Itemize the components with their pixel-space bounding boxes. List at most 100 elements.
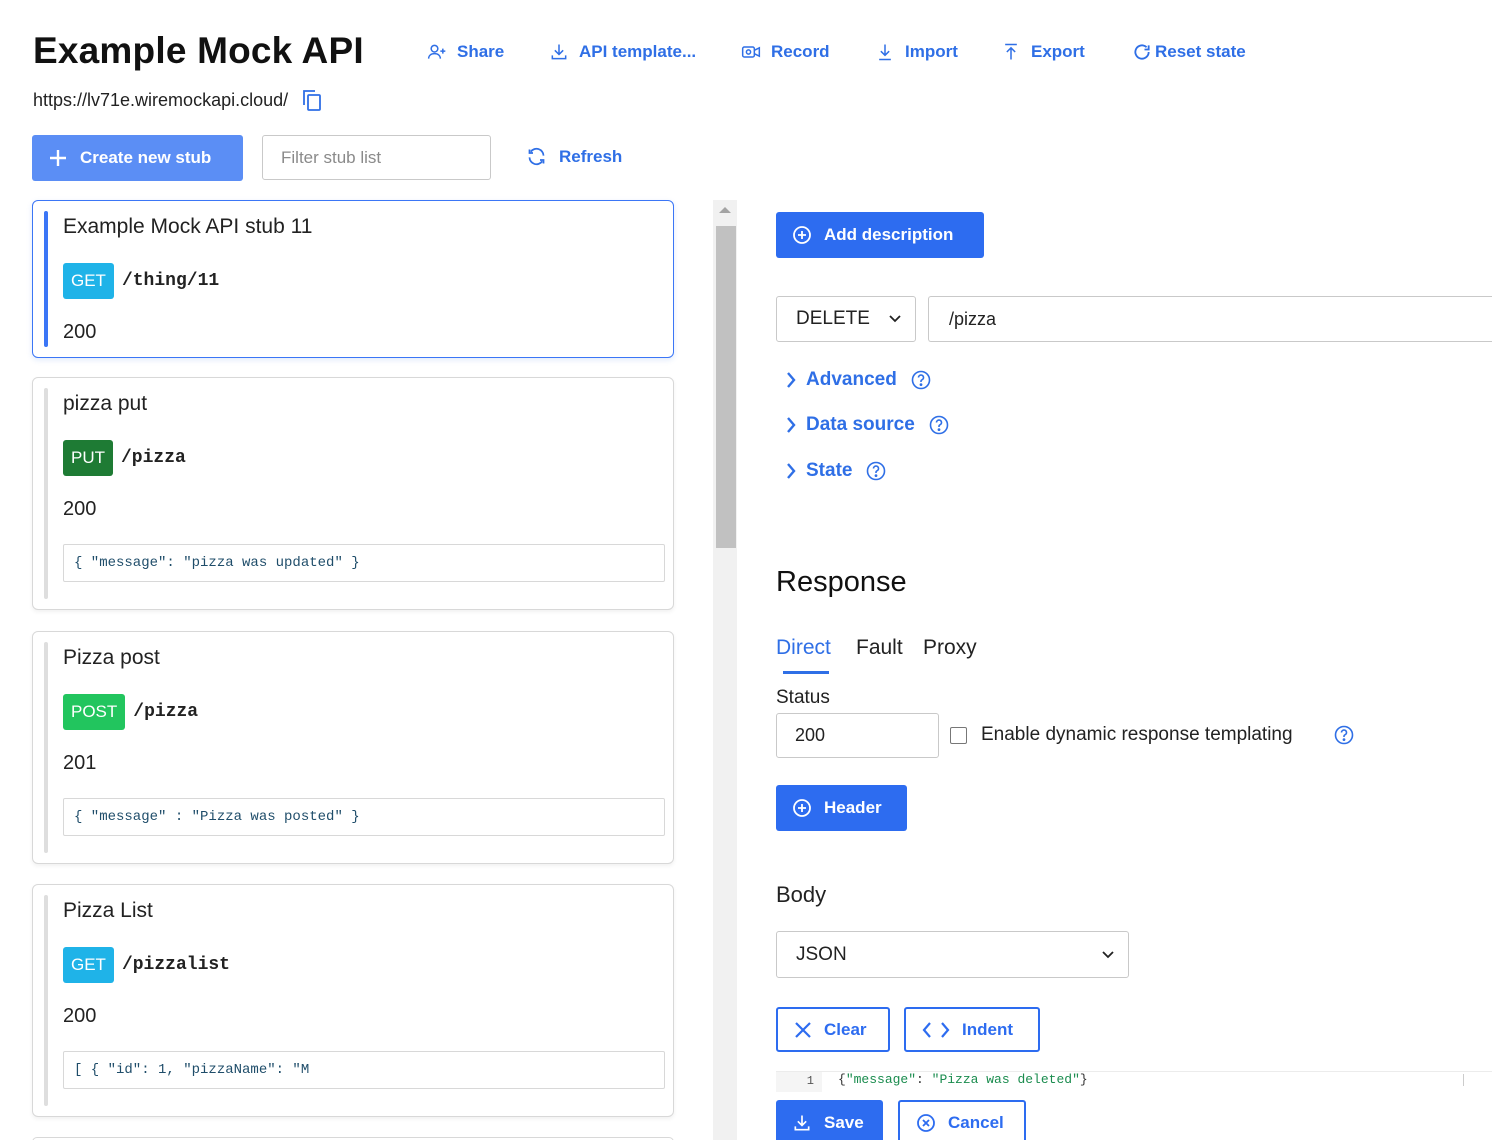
help-icon[interactable] [866, 461, 886, 481]
help-icon[interactable] [929, 415, 949, 435]
code-key: "message" [845, 1072, 917, 1087]
filter-stub-input[interactable] [262, 135, 491, 180]
status-input[interactable] [776, 713, 939, 758]
stub-request: PUT /pizza [63, 440, 186, 476]
stub-name: Pizza List [63, 899, 153, 922]
cancel-label: Cancel [948, 1113, 1004, 1132]
stub-card[interactable]: Example Mock API stub 11 GET /thing/11 2… [32, 200, 674, 358]
header-label: Header [824, 798, 882, 817]
active-tab-indicator [783, 671, 829, 674]
method-badge: GET [63, 947, 114, 983]
app-title: Example Mock API [33, 30, 364, 71]
export-label: Export [1031, 42, 1085, 61]
cancel-button[interactable]: Cancel [898, 1100, 1026, 1140]
refresh-label: Refresh [559, 146, 623, 166]
chevron-right-icon [787, 417, 796, 433]
request-method-value: DELETE [796, 308, 870, 329]
advanced-expander[interactable]: Advanced [786, 367, 931, 393]
templating-checkbox[interactable] [950, 727, 967, 744]
plus-circle-icon [793, 799, 811, 817]
refresh-button[interactable]: Refresh [526, 146, 622, 167]
status-label: Status [776, 687, 830, 708]
help-icon[interactable] [911, 370, 931, 390]
body-format-select[interactable]: JSON [776, 931, 1129, 978]
response-heading: Response [776, 566, 907, 598]
stub-body-preview: { "message": "pizza was updated" } [63, 544, 665, 582]
stub-selection-bar [44, 895, 48, 1106]
templating-label: Enable dynamic response templating [981, 724, 1293, 745]
base-url: https://lv71e.wiremockapi.cloud/ [33, 89, 322, 111]
stub-body-preview: [ { "id": 1, "pizzaName": "M [63, 1051, 665, 1089]
scrollbar-thumb[interactable] [716, 226, 736, 548]
body-format-value: JSON [796, 943, 847, 965]
save-button[interactable]: Save [776, 1100, 883, 1140]
plus-circle-icon [793, 226, 811, 244]
copy-icon[interactable] [302, 89, 322, 111]
data-source-label: Data source [806, 414, 915, 435]
stub-body-preview: { "message" : "Pizza was posted" } [63, 798, 665, 836]
person-add-icon [427, 44, 446, 59]
close-icon [795, 1021, 811, 1038]
reset-state-label: Reset state [1155, 42, 1246, 61]
stub-card[interactable]: Pizza post POST /pizza 201 { "message" :… [32, 631, 674, 864]
request-url-input[interactable] [928, 296, 1492, 342]
cancel-circle-icon [917, 1114, 935, 1132]
line-number: 1 [776, 1072, 822, 1092]
editor-scrollbar[interactable] [1463, 1074, 1464, 1086]
share-button[interactable]: Share [427, 40, 504, 64]
stub-selection-bar [44, 388, 48, 599]
code-brace-open: { [838, 1072, 846, 1087]
import-label: Import [905, 42, 958, 61]
tab-direct[interactable]: Direct [776, 636, 831, 660]
tab-fault[interactable]: Fault [856, 636, 903, 660]
stub-status: 200 [63, 498, 97, 520]
body-label: Body [776, 882, 827, 907]
stub-card[interactable]: Pizza List GET /pizzalist 200 [ { "id": … [32, 884, 674, 1117]
reset-icon [1134, 44, 1150, 60]
share-label: Share [457, 42, 505, 61]
help-icon[interactable] [1334, 725, 1354, 745]
indent-label: Indent [962, 1019, 1013, 1039]
stub-path: /pizza [133, 702, 199, 722]
request-method-select[interactable]: DELETE [776, 296, 916, 342]
method-badge: POST [63, 694, 126, 730]
chevron-down-icon [889, 315, 901, 323]
api-template-button[interactable]: API template... [549, 40, 696, 64]
stub-request: POST /pizza [63, 694, 198, 730]
code-line: {"message": "Pizza was deleted"} [838, 1072, 1088, 1088]
reset-state-button[interactable]: Reset state [1132, 40, 1246, 64]
add-description-button[interactable]: Add description [776, 212, 984, 258]
stub-name: Example Mock API stub 11 [63, 215, 313, 238]
chevron-right-icon [787, 372, 796, 388]
export-button[interactable]: Export [1001, 40, 1085, 64]
record-button[interactable]: Record [741, 40, 830, 64]
clear-button[interactable]: Clear [776, 1007, 890, 1052]
code-value: "Pizza was deleted" [931, 1072, 1080, 1087]
create-new-stub-label: Create new stub [80, 148, 212, 167]
add-header-button[interactable]: Header [776, 785, 907, 831]
state-expander[interactable]: State [786, 458, 886, 484]
body-code-editor[interactable]: 1 {"message": "Pizza was deleted"} [776, 1071, 1492, 1092]
stub-status: 200 [63, 321, 97, 343]
import-button[interactable]: Import [875, 40, 958, 64]
stub-card[interactable]: pizza put PUT /pizza 200 { "message": "p… [32, 377, 674, 610]
scroll-up-arrow-icon[interactable] [719, 207, 731, 213]
stub-request: GET /thing/11 [63, 263, 219, 299]
clear-label: Clear [824, 1019, 867, 1039]
tab-proxy[interactable]: Proxy [923, 636, 977, 660]
stub-name: Pizza post [63, 646, 160, 669]
api-template-label: API template... [579, 42, 697, 61]
plus-icon [50, 150, 66, 166]
chevron-right-icon [787, 463, 796, 479]
save-download-icon [794, 1115, 810, 1131]
indent-button[interactable]: Indent [904, 1007, 1040, 1052]
stub-request: GET /pizzalist [63, 947, 230, 983]
stub-selection-bar [44, 211, 48, 347]
state-label: State [806, 460, 853, 481]
stub-path: /thing/11 [121, 271, 220, 291]
base-url-text: https://lv71e.wiremockapi.cloud/ [33, 89, 289, 110]
data-source-expander[interactable]: Data source [786, 412, 949, 438]
chevron-down-icon [1102, 950, 1114, 958]
create-new-stub-button[interactable]: Create new stub [32, 135, 243, 181]
method-badge: PUT [63, 440, 113, 476]
